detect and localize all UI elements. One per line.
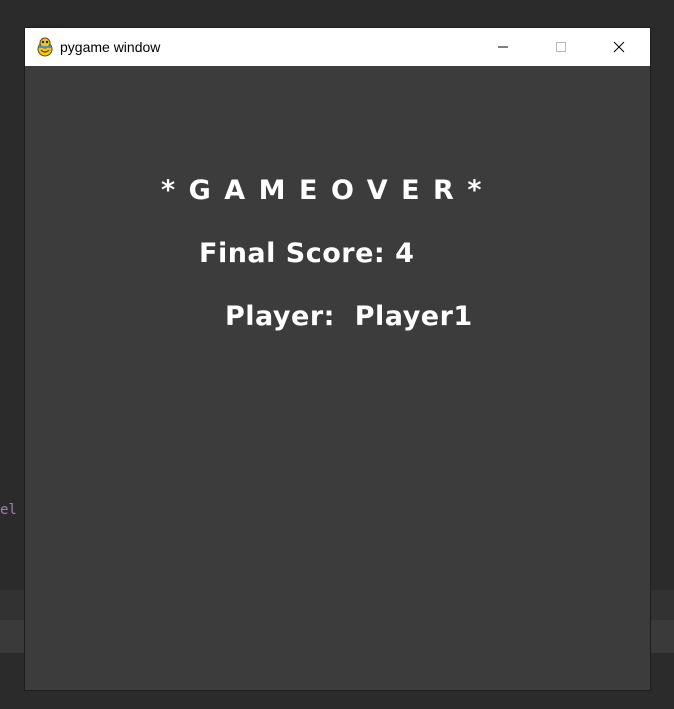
player-name-text: Player: Player1 xyxy=(225,301,473,332)
maximize-button[interactable] xyxy=(538,28,584,66)
editor-code-snippet: el xyxy=(0,502,17,518)
maximize-icon xyxy=(556,42,566,52)
pygame-window[interactable]: pygame window *GAMEOVER* Final Score: 4 … xyxy=(25,28,650,690)
minimize-icon xyxy=(498,46,508,48)
game-canvas[interactable]: *GAMEOVER* Final Score: 4 Player: Player… xyxy=(25,66,650,690)
final-score-text: Final Score: 4 xyxy=(199,238,415,269)
close-icon xyxy=(613,41,625,53)
close-button[interactable] xyxy=(596,28,642,66)
game-over-title: *GAMEOVER* xyxy=(161,175,495,206)
minimize-button[interactable] xyxy=(480,28,526,66)
window-title: pygame window xyxy=(60,39,161,55)
pygame-snake-icon xyxy=(36,37,54,57)
window-titlebar[interactable]: pygame window xyxy=(25,28,650,66)
